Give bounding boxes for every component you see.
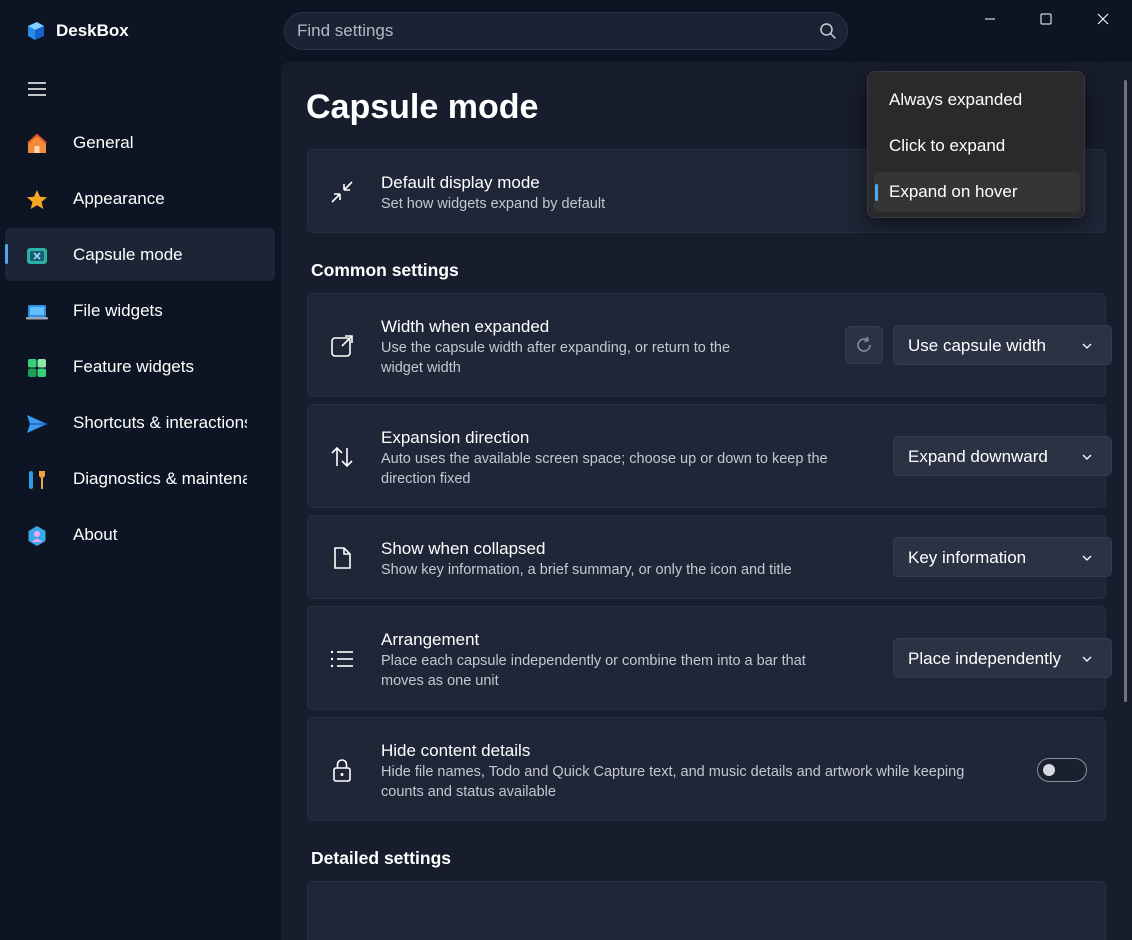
arrangement-card: Arrangement Place each capsule independe…: [307, 606, 1112, 710]
about-icon: [24, 523, 50, 549]
send-icon: [24, 411, 50, 437]
sidebar-item-diagnostics[interactable]: Diagnostics & maintenance: [5, 452, 275, 505]
sidebar-item-file-widgets[interactable]: File widgets: [5, 284, 275, 337]
sort-arrows-icon: [328, 443, 356, 471]
menu-item-always-expanded[interactable]: Always expanded: [874, 80, 1080, 120]
chevron-down-icon: [1082, 555, 1092, 561]
width-selected-value: Use capsule width: [908, 336, 1046, 355]
laptop-icon: [24, 299, 50, 325]
sidebar-item-capsule-mode[interactable]: Capsule mode: [5, 228, 275, 281]
sidebar-item-label: Capsule mode: [73, 245, 183, 264]
sidebar-item-label: Diagnostics & maintenance: [73, 469, 247, 488]
default-display-mode-title: Default display mode: [381, 173, 540, 192]
menu-item-click-to-expand[interactable]: Click to expand: [874, 126, 1080, 166]
title-bar: DeskBox: [0, 0, 1132, 60]
sidebar-item-about[interactable]: About: [5, 508, 275, 561]
arrangement-selected-value: Place independently: [908, 649, 1062, 668]
document-icon: [328, 544, 356, 572]
hide-content-details-description: Hide file names, Todo and Quick Capture …: [381, 764, 965, 800]
refresh-icon: [857, 336, 871, 352]
home-icon: [24, 131, 50, 157]
tools-icon: [24, 467, 50, 493]
deskbox-logo-icon: [28, 22, 44, 40]
hamburger-icon: [28, 82, 46, 96]
menu-toggle-button[interactable]: [22, 76, 52, 102]
chevron-down-icon: [1082, 454, 1092, 460]
hide-content-details-toggle[interactable]: [1037, 758, 1087, 782]
width-when-expanded-title: Width when expanded: [381, 317, 550, 336]
minimize-icon: [985, 18, 995, 20]
collapse-arrows-icon: [328, 178, 356, 206]
search-icon[interactable]: [819, 22, 837, 40]
hide-content-details-card: Hide content details Hide file names, To…: [307, 717, 1106, 821]
direction-selected-value: Expand downward: [908, 447, 1048, 466]
lock-icon: [328, 756, 356, 784]
default-display-mode-description: Set how widgets expand by default: [381, 196, 606, 212]
sidebar-item-label: About: [73, 525, 118, 544]
minimize-button[interactable]: [962, 0, 1018, 38]
expansion-direction-title: Expansion direction: [381, 428, 530, 447]
common-settings-heading: Common settings: [311, 260, 459, 280]
collapsed-select[interactable]: Key information: [893, 537, 1112, 577]
width-when-expanded-description: Use the capsule width after expanding, o…: [381, 340, 731, 376]
sidebar-nav: General Appearance Capsule mode File wid…: [5, 116, 275, 564]
display-mode-dropdown-menu: Always expanded Click to expand Expand o…: [867, 71, 1085, 218]
chevron-down-icon: [1082, 343, 1092, 349]
app-title: DeskBox: [56, 21, 129, 40]
maximize-icon: [1040, 13, 1052, 25]
close-button[interactable]: [1075, 0, 1131, 38]
arrangement-title: Arrangement: [381, 630, 480, 649]
sidebar-item-general[interactable]: General: [5, 116, 275, 169]
maximize-button[interactable]: [1018, 0, 1074, 38]
vertical-scrollbar[interactable]: [1124, 80, 1127, 702]
hide-content-details-title: Hide content details: [381, 741, 531, 760]
sidebar-item-label: Feature widgets: [73, 357, 194, 376]
arrangement-select[interactable]: Place independently: [893, 638, 1112, 678]
arrangement-description: Place each capsule independently or comb…: [381, 653, 806, 689]
show-when-collapsed-description: Show key information, a brief summary, o…: [381, 562, 792, 578]
search-box[interactable]: [284, 12, 848, 50]
sidebar-item-shortcuts[interactable]: Shortcuts & interactions: [5, 396, 275, 449]
widgets-icon: [24, 355, 50, 381]
menu-item-label: Expand on hover: [889, 182, 1018, 201]
detailed-settings-heading: Detailed settings: [311, 848, 452, 868]
toggle-knob: [1043, 764, 1055, 776]
close-icon: [1097, 13, 1109, 25]
star-icon: [24, 187, 50, 213]
menu-item-label: Click to expand: [889, 136, 1006, 155]
page-title: Capsule mode: [306, 88, 539, 126]
expansion-direction-card: Expansion direction Auto uses the availa…: [307, 404, 1112, 508]
sidebar-item-label: General: [73, 133, 134, 152]
sidebar-item-label: Appearance: [73, 189, 165, 208]
search-input[interactable]: [297, 13, 807, 49]
collapsed-selected-value: Key information: [908, 548, 1027, 567]
reset-width-button[interactable]: [845, 326, 883, 364]
sidebar-item-label: File widgets: [73, 301, 163, 320]
direction-select[interactable]: Expand downward: [893, 436, 1112, 476]
show-when-collapsed-title: Show when collapsed: [381, 539, 546, 558]
width-select[interactable]: Use capsule width: [893, 325, 1112, 365]
list-icon: [328, 645, 356, 673]
sidebar-item-feature-widgets[interactable]: Feature widgets: [5, 340, 275, 393]
detailed-settings-card: [307, 881, 1106, 940]
sidebar-item-label: Shortcuts & interactions: [73, 413, 247, 432]
menu-item-label: Always expanded: [889, 90, 1023, 109]
expansion-direction-description: Auto uses the available screen space; ch…: [381, 451, 828, 487]
open-external-icon: [328, 332, 356, 360]
width-when-expanded-card: Width when expanded Use the capsule widt…: [307, 293, 1112, 397]
chevron-down-icon: [1082, 656, 1092, 662]
capsule-icon: [24, 243, 50, 269]
menu-item-expand-on-hover[interactable]: Expand on hover: [874, 172, 1080, 212]
sidebar-item-appearance[interactable]: Appearance: [5, 172, 275, 225]
show-when-collapsed-card: Show when collapsed Show key information…: [307, 515, 1112, 599]
